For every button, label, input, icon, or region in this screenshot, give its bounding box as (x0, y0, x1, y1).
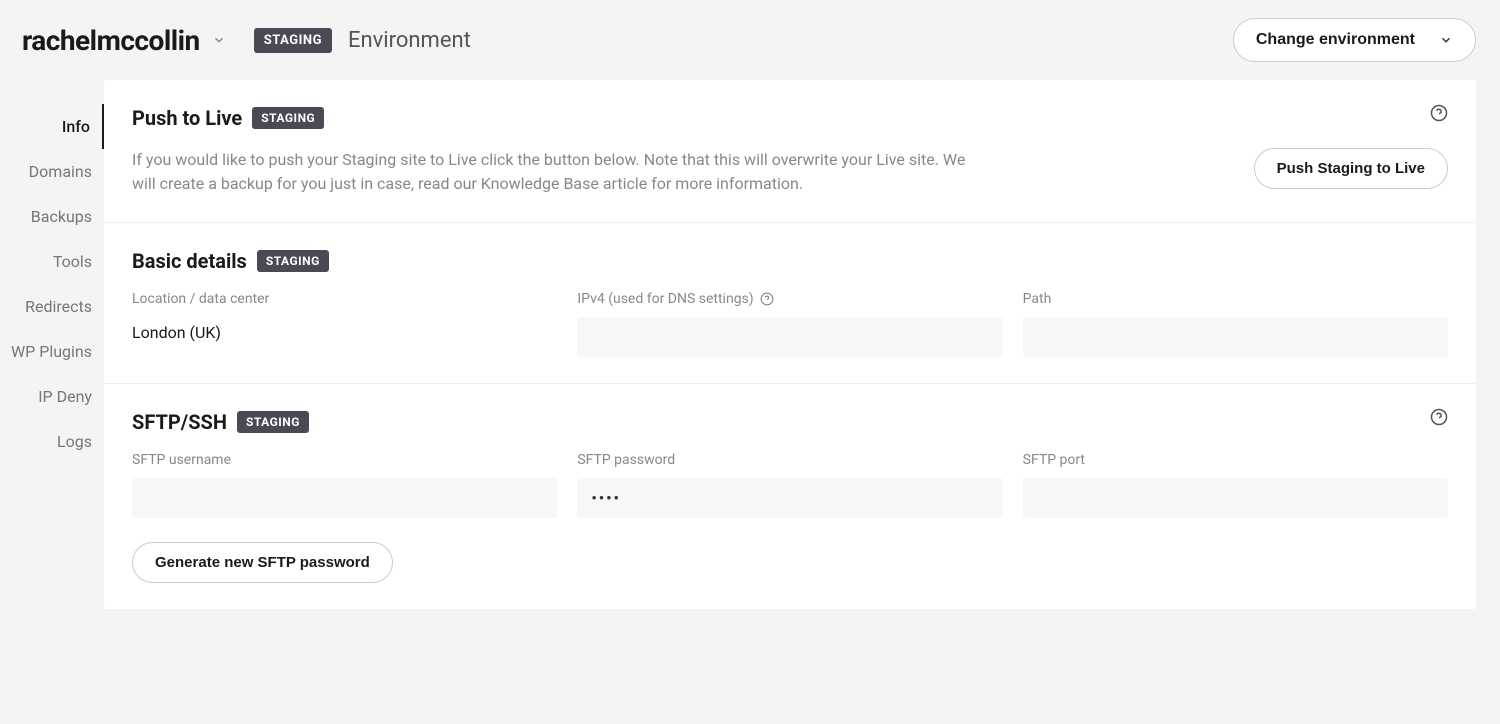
sftp-username-field: SFTP username (132, 452, 557, 518)
info-icon[interactable] (760, 292, 774, 306)
change-environment-button[interactable]: Change environment (1233, 18, 1476, 62)
sidebar-item-redirects[interactable]: Redirects (0, 284, 104, 329)
change-environment-label: Change environment (1256, 31, 1415, 49)
ipv4-value[interactable] (577, 317, 1002, 357)
push-staging-to-live-button[interactable]: Push Staging to Live (1254, 148, 1448, 189)
ipv4-label: IPv4 (used for DNS settings) (577, 291, 1002, 307)
chevron-down-icon (1439, 33, 1453, 47)
sidebar-item-domains[interactable]: Domains (0, 149, 104, 194)
push-title: Push to Live (132, 106, 242, 130)
path-value[interactable] (1023, 317, 1448, 357)
main-content: Push to Live STAGING If you would like t… (104, 80, 1476, 609)
site-chevron-down-icon[interactable] (212, 33, 226, 47)
sftp-username-value[interactable] (132, 478, 557, 518)
location-field: Location / data center London (UK) (132, 291, 557, 357)
sftp-password-field: SFTP password •••• (577, 452, 1002, 518)
sidebar-item-wp-plugins[interactable]: WP Plugins (0, 329, 104, 374)
sidebar-item-tools[interactable]: Tools (0, 239, 104, 284)
site-name[interactable]: rachelmccollin (22, 24, 200, 57)
push-to-live-section: Push to Live STAGING If you would like t… (104, 80, 1476, 223)
help-icon[interactable] (1430, 104, 1448, 126)
header-left: rachelmccollin STAGING Environment (22, 24, 471, 57)
sidebar-item-logs[interactable]: Logs (0, 419, 104, 464)
sftp-port-field: SFTP port (1023, 452, 1448, 518)
ipv4-field: IPv4 (used for DNS settings) (577, 291, 1002, 357)
location-value: London (UK) (132, 317, 557, 348)
env-badge: STAGING (254, 28, 332, 53)
ipv4-label-text: IPv4 (used for DNS settings) (577, 291, 753, 307)
sftp-password-dots: •••• (591, 489, 621, 507)
sftp-badge: STAGING (237, 411, 309, 433)
sftp-password-value[interactable]: •••• (577, 478, 1002, 518)
details-badge: STAGING (257, 250, 329, 272)
sftp-username-label: SFTP username (132, 452, 557, 468)
details-title: Basic details (132, 249, 247, 273)
location-label: Location / data center (132, 291, 557, 307)
sidebar: Info Domains Backups Tools Redirects WP … (0, 80, 104, 464)
generate-sftp-password-button[interactable]: Generate new SFTP password (132, 542, 393, 583)
push-description: If you would like to push your Staging s… (132, 148, 992, 196)
sftp-section: SFTP/SSH STAGING SFTP username SFTP pass… (104, 384, 1476, 609)
sidebar-item-info[interactable]: Info (0, 104, 104, 149)
sidebar-item-backups[interactable]: Backups (0, 194, 104, 239)
push-badge: STAGING (252, 107, 324, 129)
path-field: Path (1023, 291, 1448, 357)
sftp-port-label: SFTP port (1023, 452, 1448, 468)
sftp-password-label: SFTP password (577, 452, 1002, 468)
sftp-title: SFTP/SSH (132, 410, 227, 434)
path-label: Path (1023, 291, 1448, 307)
env-label: Environment (348, 28, 471, 53)
basic-details-section: Basic details STAGING Location / data ce… (104, 223, 1476, 384)
sftp-port-value[interactable] (1023, 478, 1448, 518)
sidebar-item-ip-deny[interactable]: IP Deny (0, 374, 104, 419)
page-header: rachelmccollin STAGING Environment Chang… (0, 0, 1500, 80)
help-icon[interactable] (1430, 408, 1448, 430)
